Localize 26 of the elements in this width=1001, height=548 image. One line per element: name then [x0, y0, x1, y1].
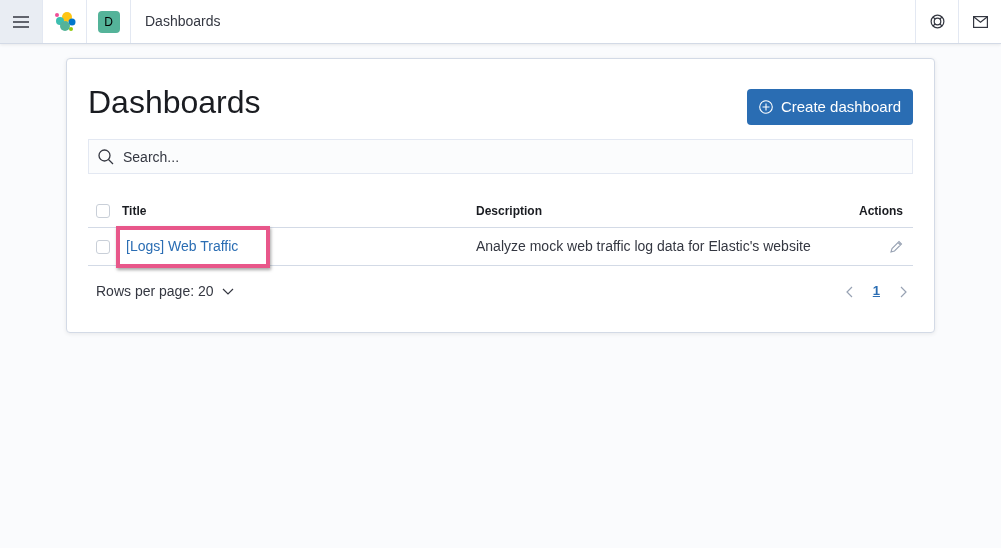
rows-per-page-button[interactable]: Rows per page: 20 — [96, 280, 234, 302]
search-field[interactable]: Search... — [88, 139, 913, 174]
plus-circle-icon — [758, 100, 773, 114]
dashboard-link[interactable]: [Logs] Web Traffic — [116, 225, 271, 268]
newsfeed-button[interactable] — [958, 0, 1001, 43]
menu-button[interactable] — [0, 0, 43, 43]
chevron-right-icon — [900, 285, 907, 298]
breadcrumb: Dashboards — [144, 12, 221, 31]
space-avatar[interactable]: D — [97, 10, 120, 33]
page-button[interactable]: 1 — [866, 281, 886, 301]
row-checkbox[interactable] — [96, 239, 110, 254]
chevron-left-icon — [845, 285, 853, 298]
column-header: Actions — [859, 203, 903, 218]
logo-icon[interactable] — [52, 10, 77, 33]
lifebuoy-icon — [929, 14, 945, 29]
mail-icon — [972, 15, 988, 28]
page-title: Dashboards — [88, 83, 261, 122]
select-all-checkbox[interactable] — [96, 203, 110, 218]
create-dashboard-button[interactable]: Create dashboard — [746, 89, 913, 125]
column-header: Title — [122, 203, 147, 218]
help-button[interactable] — [915, 0, 958, 43]
menu-icon — [13, 15, 29, 28]
description-text: Analyze mock web traffic log data for Elastic's website — [476, 238, 811, 254]
pencil-icon — [889, 240, 903, 255]
column-header: Description — [476, 203, 542, 218]
chevron-down-icon — [221, 287, 234, 295]
